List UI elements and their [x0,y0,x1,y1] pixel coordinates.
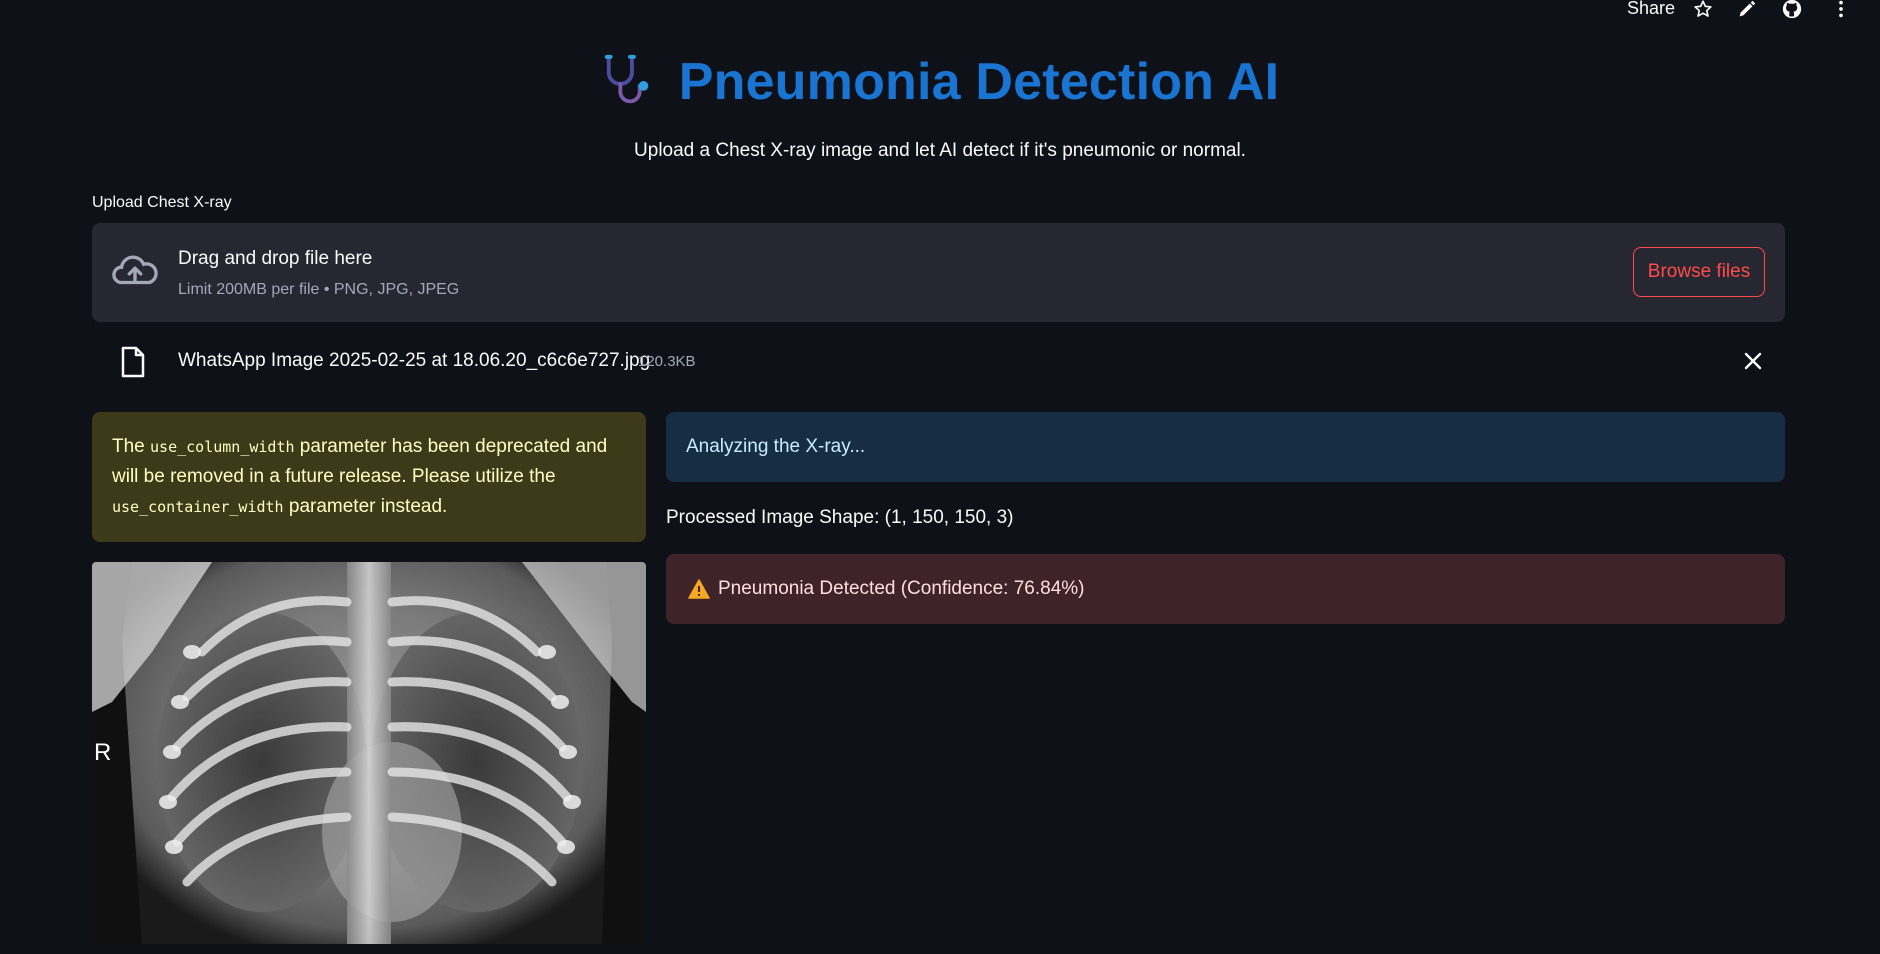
warning-text: The [112,436,151,457]
browse-files-button[interactable]: Browse files [1633,247,1765,297]
prediction-alert: Pneumonia Detected (Confidence: 76.84%) [666,554,1785,624]
file-dropzone[interactable]: Drag and drop file here Limit 200MB per … [92,223,1785,322]
warning-icon [688,579,710,599]
uploaded-file-size: 120.3KB [638,353,696,370]
uploader-label: Upload Chest X-ray [92,194,232,211]
share-button[interactable]: Share [1627,0,1675,19]
analysis-status: Analyzing the X-ray... [666,412,1785,482]
deprecation-warning: The use_column_width parameter has been … [92,412,646,542]
pencil-icon[interactable] [1736,0,1758,20]
github-icon[interactable] [1781,0,1803,20]
stethoscope-icon [601,53,659,111]
close-icon[interactable] [1743,351,1763,371]
file-icon [120,346,146,378]
warning-code-container-width: use_container_width [112,498,284,516]
uploaded-file-row: WhatsApp Image 2025-02-25 at 18.06.20_c6… [92,340,1785,384]
star-icon[interactable] [1692,0,1714,20]
prediction-text: Pneumonia Detected (Confidence: 76.84%) [718,578,1085,599]
page-subtitle: Upload a Chest X-ray image and let AI de… [634,140,1246,161]
more-vertical-icon[interactable] [1830,0,1852,20]
xray-side-marker: R [94,739,111,766]
page-title: Pneumonia Detection AI [678,53,1280,111]
dropzone-instructions: Drag and drop file here [178,248,373,269]
dropzone-limit: Limit 200MB per file • PNG, JPG, JPEG [178,281,460,298]
processed-shape-text: Processed Image Shape: (1, 150, 150, 3) [666,507,1014,528]
warning-code-column-width: use_column_width [150,438,295,456]
cloud-upload-icon [112,251,158,291]
chest-xray-image: R [92,562,646,944]
warning-text: parameter instead. [283,496,448,517]
uploaded-file-name: WhatsApp Image 2025-02-25 at 18.06.20_c6… [178,350,651,371]
page-header: Pneumonia Detection AI [0,52,1880,112]
